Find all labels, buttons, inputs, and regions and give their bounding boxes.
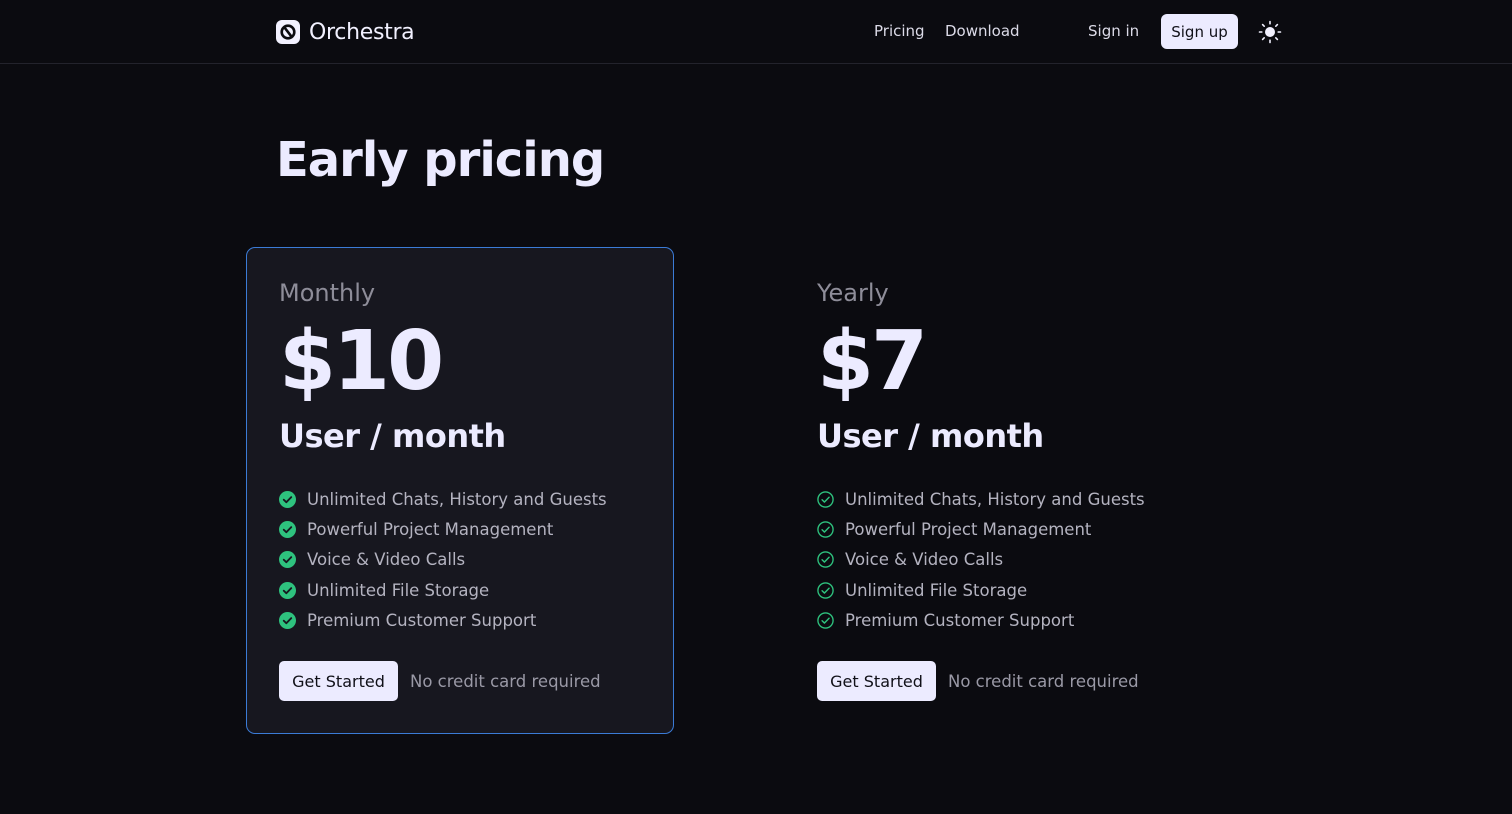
sign-up-button[interactable]: Sign up [1161, 14, 1238, 49]
feature-text: Powerful Project Management [307, 519, 554, 539]
feature-text: Unlimited File Storage [307, 580, 490, 600]
feature-item: Powerful Project Management [279, 514, 607, 544]
feature-text: Premium Customer Support [307, 610, 537, 630]
check-circle-filled-icon [279, 611, 296, 629]
feature-text: Powerful Project Management [845, 519, 1092, 539]
check-circle-filled-icon [279, 581, 296, 599]
plan-price: $7 [817, 314, 928, 409]
feature-text: Voice & Video Calls [845, 550, 1004, 570]
no-credit-card-note: No credit card required [948, 671, 1139, 691]
nav-download-link[interactable]: Download [945, 21, 1020, 41]
feature-item: Premium Customer Support [817, 605, 1145, 635]
plan-unit: User / month [817, 417, 1044, 455]
feature-item: Powerful Project Management [817, 514, 1145, 544]
check-circle-filled-icon [279, 551, 296, 569]
get-started-button[interactable]: Get Started [279, 661, 398, 701]
feature-item: Voice & Video Calls [817, 545, 1145, 575]
check-circle-filled-icon [279, 520, 296, 538]
feature-text: Unlimited Chats, History and Guests [845, 489, 1145, 509]
check-circle-outline-icon [817, 521, 834, 538]
logo-text: Orchestra [309, 19, 415, 45]
cta-row: Get Started No credit card required [279, 661, 601, 701]
sign-in-link[interactable]: Sign in [1088, 21, 1139, 41]
no-credit-card-note: No credit card required [410, 671, 601, 691]
feature-item: Unlimited Chats, History and Guests [279, 484, 607, 514]
feature-item: Unlimited Chats, History and Guests [817, 484, 1145, 514]
plan-price: $10 [279, 314, 444, 409]
check-circle-outline-icon [817, 612, 834, 629]
top-nav: Orchestra Pricing Download Sign in Sign … [0, 0, 1512, 64]
feature-list: Unlimited Chats, History and Guests Powe… [817, 484, 1145, 635]
feature-item: Unlimited File Storage [817, 575, 1145, 605]
plan-name: Yearly [817, 279, 889, 307]
feature-text: Unlimited File Storage [845, 580, 1028, 600]
plan-name: Monthly [279, 279, 376, 307]
check-circle-outline-icon [817, 551, 834, 568]
nav-pricing-link[interactable]: Pricing [874, 21, 925, 41]
pricing-card-monthly: Monthly $10 User / month Unlimited Chats… [246, 247, 674, 734]
feature-item: Unlimited File Storage [279, 575, 607, 605]
feature-item: Premium Customer Support [279, 605, 607, 635]
check-circle-outline-icon [817, 490, 834, 508]
feature-text: Voice & Video Calls [307, 550, 466, 570]
cta-row: Get Started No credit card required [817, 661, 1139, 701]
feature-list: Unlimited Chats, History and Guests Powe… [279, 484, 607, 635]
feature-item: Voice & Video Calls [279, 545, 607, 575]
feature-text: Unlimited Chats, History and Guests [307, 489, 607, 509]
page-title: Early pricing [276, 132, 605, 188]
pricing-card-yearly: Yearly $7 User / month Unlimited Chats, … [784, 247, 1212, 734]
logo-link[interactable]: Orchestra [276, 18, 415, 46]
plan-unit: User / month [279, 417, 506, 455]
check-circle-outline-icon [817, 581, 834, 599]
sun-icon[interactable] [1258, 20, 1282, 44]
check-circle-filled-icon [279, 490, 296, 508]
feature-text: Premium Customer Support [845, 610, 1075, 630]
orchestra-logo-icon [276, 20, 300, 44]
get-started-button[interactable]: Get Started [817, 661, 936, 701]
